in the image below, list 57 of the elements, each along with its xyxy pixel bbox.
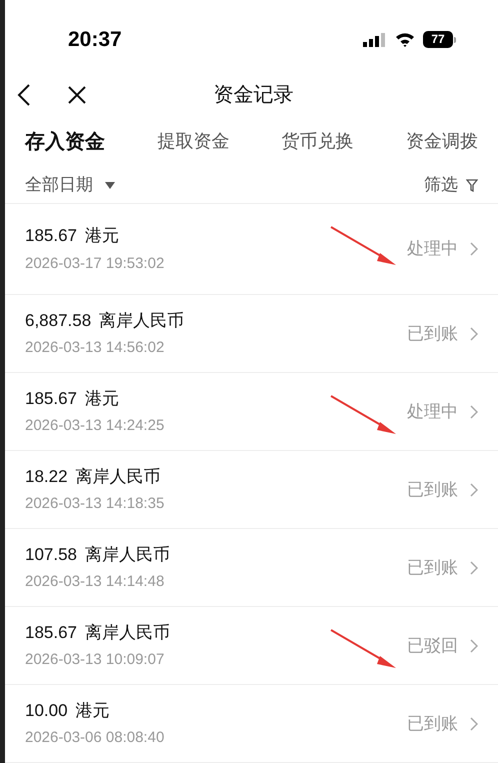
record-time: 2026-03-13 14:56:02 [25, 338, 166, 358]
battery-icon: 77 [423, 31, 456, 48]
record-row[interactable]: 6,887.58 离岸人民币 2026-03-13 14:56:02 已到账 [5, 295, 498, 373]
tab[interactable]: 资金调拨 [406, 128, 478, 156]
close-icon[interactable] [68, 86, 86, 104]
status-label: 已到账 [407, 712, 458, 735]
record-row[interactable]: 185.67 港元 2026-03-17 19:53:02 处理中 [5, 204, 498, 295]
status-label: 已到账 [407, 556, 458, 579]
status-label: 已到账 [407, 478, 458, 501]
status-label: 已驳回 [407, 634, 458, 657]
caret-icon [105, 182, 115, 189]
amount: 185.67 [25, 622, 77, 644]
currency: 离岸人民币 [85, 622, 170, 644]
tab[interactable]: 货币兑换 [282, 128, 354, 156]
status-label: 处理中 [407, 238, 458, 260]
currency: 港元 [85, 225, 119, 247]
wifi-icon [395, 32, 415, 48]
record-row[interactable]: 10.00 港元 2026-03-06 08:08:40 已到账 [5, 685, 498, 763]
tab[interactable]: 提取资金 [157, 128, 230, 156]
amount: 6,887.58 [25, 310, 92, 332]
record-time: 2026-03-06 08:08:40 [25, 728, 164, 748]
currency: 离岸人民币 [85, 544, 170, 566]
chevron-icon [470, 482, 478, 496]
amount: 10.00 [25, 700, 68, 722]
tab[interactable]: 存入资金 [25, 126, 105, 157]
status-label: 已到账 [407, 322, 458, 345]
amount: 18.22 [25, 466, 68, 488]
record-row[interactable]: 185.67 港元 2026-03-13 14:24:25 处理中 [5, 373, 498, 451]
currency: 港元 [85, 388, 119, 410]
chevron-icon [470, 560, 478, 574]
currency: 离岸人民币 [99, 310, 184, 332]
chevron-icon [470, 638, 478, 652]
signal-icon [363, 32, 387, 47]
record-row[interactable]: 185.67 离岸人民币 2026-03-13 10:09:07 已驳回 [5, 607, 498, 685]
currency: 港元 [76, 700, 110, 722]
record-time: 2026-03-13 10:09:07 [25, 650, 166, 670]
record-row[interactable]: 107.58 离岸人民币 2026-03-13 14:14:48 已到账 [5, 529, 498, 607]
chevron-icon [470, 326, 478, 340]
amount: 107.58 [25, 544, 77, 566]
back-icon[interactable] [17, 83, 31, 108]
record-row[interactable]: 18.22 离岸人民币 2026-03-13 14:18:35 已到账 [5, 451, 498, 529]
date-dropdown[interactable]: 全部日期 [25, 172, 115, 198]
record-time: 2026-03-17 19:53:02 [25, 254, 164, 274]
record-time: 2026-03-13 14:18:35 [25, 494, 164, 514]
currency: 离岸人民币 [76, 466, 161, 488]
amount: 185.67 [25, 388, 77, 410]
record-time: 2026-03-13 14:24:25 [25, 416, 164, 436]
chevron-icon [470, 404, 478, 418]
filter-icon [466, 178, 478, 192]
chevron-icon [470, 242, 478, 256]
amount: 185.67 [25, 225, 77, 247]
status-label: 处理中 [407, 400, 458, 423]
chevron-icon [470, 716, 478, 730]
status-time: 20:37 [68, 27, 122, 54]
page-title: 资金记录 [212, 83, 294, 108]
filter-button[interactable]: 筛选 [424, 172, 478, 198]
record-time: 2026-03-13 14:14:48 [25, 572, 166, 592]
